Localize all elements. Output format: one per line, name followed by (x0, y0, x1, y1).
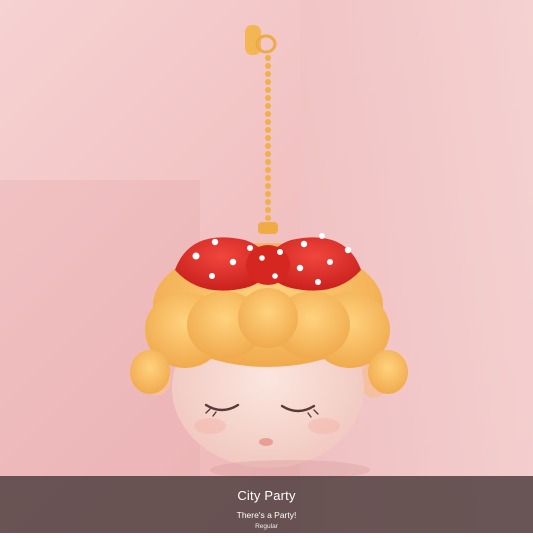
caption-bar: City Party There's a Party! Regular (0, 476, 533, 533)
product-photo (0, 0, 533, 533)
mouth (259, 438, 273, 446)
variant-label: Regular (255, 523, 278, 530)
right-blush (308, 418, 340, 434)
product-subtitle: There's a Party! (236, 510, 297, 520)
chain-clasp (258, 222, 278, 234)
left-blush (194, 418, 226, 434)
product-title: City Party (237, 488, 296, 503)
